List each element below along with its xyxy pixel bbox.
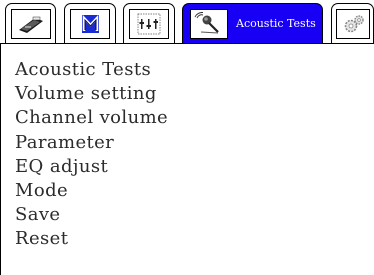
menu-item-reset[interactable]: Reset	[15, 227, 168, 251]
tab-settings[interactable]	[331, 3, 374, 43]
tab-bar: Acoustic Tests	[0, 0, 374, 48]
tab-tools[interactable]	[123, 3, 175, 43]
menu-item-eq-adjust[interactable]: EQ adjust	[15, 155, 168, 179]
acoustic-menu: Acoustic Tests Volume setting Channel vo…	[15, 58, 168, 252]
gears-icon	[335, 8, 370, 39]
tab-acoustic-label: Acoustic Tests	[236, 17, 316, 30]
tools-panel-icon	[129, 8, 169, 39]
m-logo-icon	[70, 8, 110, 39]
menu-item-parameter[interactable]: Parameter	[15, 131, 168, 155]
tab-logo[interactable]	[64, 3, 116, 43]
menu-item-acoustic-tests[interactable]: Acoustic Tests	[15, 58, 168, 82]
tab-device[interactable]	[5, 3, 56, 43]
tab-acoustic-tests[interactable]: Acoustic Tests	[182, 3, 323, 43]
device-icon	[10, 8, 51, 39]
menu-item-volume-setting[interactable]: Volume setting	[15, 82, 168, 106]
menu-item-channel-volume[interactable]: Channel volume	[15, 106, 168, 130]
menu-item-save[interactable]: Save	[15, 203, 168, 227]
microphone-icon	[190, 8, 228, 39]
menu-item-mode[interactable]: Mode	[15, 179, 168, 203]
